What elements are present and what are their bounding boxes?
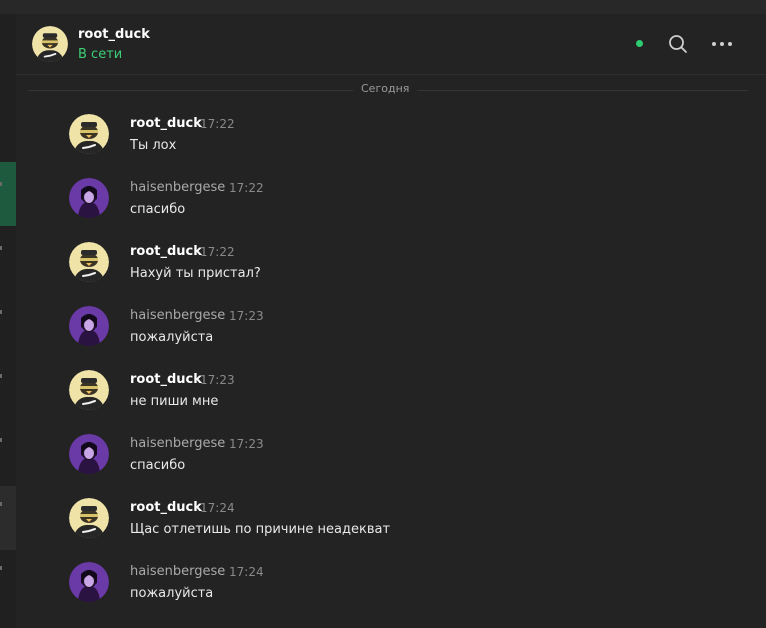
message-author[interactable]: root_duck <box>130 372 202 387</box>
message-author[interactable]: root_duck <box>130 500 202 515</box>
avatar[interactable] <box>69 306 109 346</box>
message-row[interactable]: haisenbergese 17:24 пожалуйста <box>66 562 746 614</box>
message-timestamp: 17:24 <box>200 501 235 515</box>
avatar[interactable] <box>69 370 109 410</box>
message-text: Ты лох <box>130 138 177 153</box>
sidebar-tick <box>0 502 2 506</box>
purple-avatar-icon <box>69 562 109 602</box>
message-timestamp: 17:23 <box>200 373 235 387</box>
conversation-sidebar-edge <box>0 14 16 628</box>
online-indicator-icon <box>636 40 643 47</box>
message-text: Нахуй ты пристал? <box>130 266 261 281</box>
message-timestamp: 17:23 <box>229 437 264 451</box>
message-timestamp: 17:23 <box>229 309 264 323</box>
duck-avatar-icon <box>69 114 109 154</box>
window-top-strip <box>0 0 766 14</box>
purple-avatar-icon <box>69 178 109 218</box>
message-row[interactable]: root_duck 17:22 Ты лох <box>66 114 746 166</box>
avatar[interactable] <box>69 562 109 602</box>
avatar[interactable] <box>69 434 109 474</box>
message-row[interactable]: haisenbergese 17:23 пожалуйста <box>66 306 746 358</box>
message-row[interactable]: haisenbergese 17:22 спасибо <box>66 178 746 230</box>
message-timestamp: 17:22 <box>229 181 264 195</box>
more-icon[interactable] <box>710 34 734 54</box>
message-text: Щас отлетишь по причине неадекват <box>130 522 391 537</box>
sidebar-active-item[interactable] <box>0 162 16 226</box>
purple-avatar-icon <box>69 434 109 474</box>
message-author[interactable]: haisenbergese <box>130 180 225 195</box>
avatar[interactable] <box>69 178 109 218</box>
message-text: не пиши мне <box>130 394 219 409</box>
sidebar-selected-item[interactable] <box>0 486 16 550</box>
message-text: спасибо <box>130 458 186 473</box>
duck-avatar-icon <box>69 242 109 282</box>
purple-avatar-icon <box>69 306 109 346</box>
message-row[interactable]: root_duck 17:22 Нахуй ты пристал? <box>66 242 746 294</box>
sidebar-tick <box>0 566 2 570</box>
message-timestamp: 17:24 <box>229 565 264 579</box>
online-status-text: В сети <box>78 47 123 62</box>
sidebar-tick <box>0 310 2 314</box>
message-text: пожалуйста <box>130 330 214 345</box>
sidebar-tick <box>0 246 2 250</box>
chat-title: root_duck <box>78 27 150 42</box>
duck-avatar-icon <box>69 370 109 410</box>
message-timestamp: 17:22 <box>200 117 235 131</box>
message-author[interactable]: root_duck <box>130 116 202 131</box>
message-text: спасибо <box>130 202 186 217</box>
message-author[interactable]: haisenbergese <box>130 308 225 323</box>
message-row[interactable]: root_duck 17:24 Щас отлетишь по причине не… <box>66 498 746 550</box>
sidebar-tick <box>0 182 2 186</box>
message-author[interactable]: haisenbergese <box>130 436 225 451</box>
search-icon[interactable] <box>668 34 688 54</box>
message-row[interactable]: root_duck 17:23 не пиши мне <box>66 370 746 422</box>
avatar[interactable] <box>69 114 109 154</box>
message-text: пожалуйста <box>130 586 214 601</box>
message-row[interactable]: haisenbergese 17:23 спасибо <box>66 434 746 486</box>
duck-avatar-icon <box>69 498 109 538</box>
message-timestamp: 17:22 <box>200 245 235 259</box>
message-author[interactable]: root_duck <box>130 244 202 259</box>
sidebar-tick <box>0 374 2 378</box>
message-author[interactable]: haisenbergese <box>130 564 225 579</box>
chat-panel: root_duck В сети Сегодня root_duck 17:22 Т… <box>16 14 766 628</box>
day-separator-label: Сегодня <box>353 82 418 95</box>
chat-header: root_duck В сети <box>16 14 766 75</box>
avatar[interactable] <box>32 26 68 62</box>
avatar[interactable] <box>69 242 109 282</box>
sidebar-tick <box>0 438 2 442</box>
duck-avatar-icon <box>32 26 68 62</box>
avatar[interactable] <box>69 498 109 538</box>
